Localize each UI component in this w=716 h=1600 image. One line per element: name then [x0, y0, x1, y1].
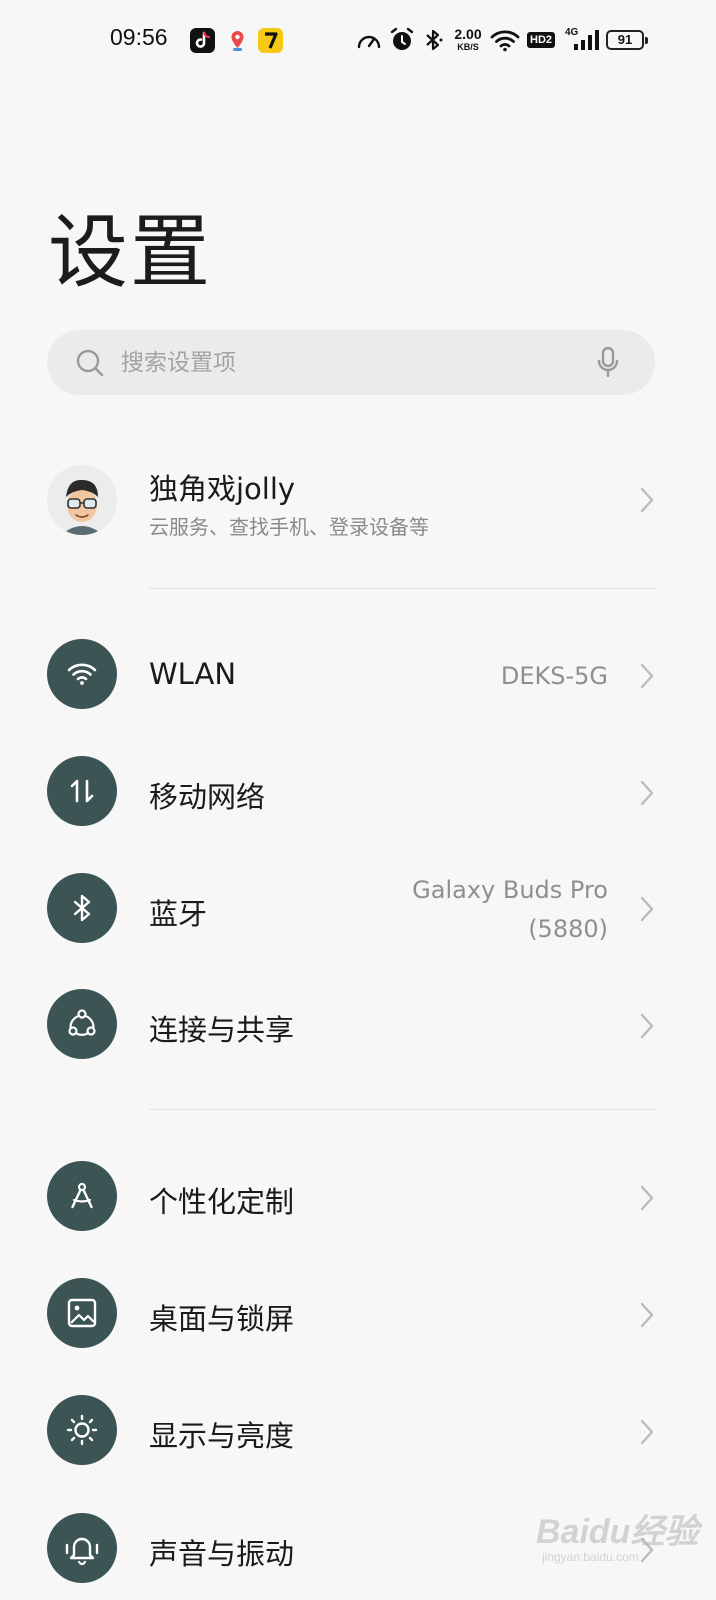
settings-item-value: Galaxy Buds Pro	[412, 876, 608, 904]
alarm-icon	[389, 26, 415, 58]
app-7-icon	[258, 28, 283, 53]
chevron-right-icon	[639, 779, 655, 811]
search-bar[interactable]	[47, 330, 655, 395]
battery-icon: 91	[606, 30, 648, 50]
settings-item-wlan[interactable]: WLAN DEKS-5G	[0, 626, 716, 726]
settings-item-value: DEKS-5G	[500, 662, 608, 690]
settings-item-label: 移动网络	[149, 780, 266, 814]
signal-icon	[573, 30, 599, 56]
maps-icon	[225, 28, 250, 53]
connection-share-icon	[47, 989, 117, 1059]
wifi-icon	[47, 639, 117, 709]
chevron-right-icon	[639, 662, 655, 694]
network-speed: 2.00 KB/S	[452, 27, 484, 52]
section-divider	[149, 588, 655, 589]
chevron-right-icon	[639, 486, 655, 518]
personalization-icon	[47, 1161, 117, 1231]
watermark-main: Baidu经验	[536, 1513, 699, 1551]
settings-item-mobile-network[interactable]: 移动网络	[0, 743, 716, 843]
sound-vibration-icon	[47, 1513, 117, 1583]
brightness-icon	[47, 1395, 117, 1465]
settings-item-personalization[interactable]: 个性化定制	[0, 1148, 716, 1248]
status-time: 09:56	[110, 24, 168, 50]
settings-item-bluetooth[interactable]: 蓝牙 Galaxy Buds Pro (5880)	[0, 858, 716, 958]
microphone-icon[interactable]	[597, 346, 619, 384]
settings-item-label: 显示与亮度	[149, 1419, 295, 1453]
wallpaper-icon	[47, 1278, 117, 1348]
network-speed-unit: KB/S	[457, 42, 479, 52]
avatar	[47, 465, 117, 535]
settings-item-label: 蓝牙	[149, 897, 208, 931]
bluetooth-icon	[47, 873, 117, 943]
speedometer-icon	[356, 28, 382, 56]
settings-item-label: 桌面与锁屏	[149, 1302, 295, 1336]
settings-item-display-brightness[interactable]: 显示与亮度	[0, 1382, 716, 1482]
search-input[interactable]	[121, 330, 561, 395]
chevron-right-icon	[639, 1012, 655, 1044]
settings-item-desktop-lockscreen[interactable]: 桌面与锁屏	[0, 1265, 716, 1365]
bluetooth-icon	[422, 28, 444, 56]
chevron-right-icon	[639, 1301, 655, 1333]
settings-item-label: 连接与共享	[149, 1013, 295, 1047]
account-subtitle: 云服务、查找手机、登录设备等	[149, 515, 429, 539]
account-name: 独角戏jolly	[149, 472, 296, 506]
account-row[interactable]: 独角戏jolly 云服务、查找手机、登录设备等	[0, 452, 716, 548]
watermark: Baidu经验 jingyan.baidu.com	[536, 1490, 706, 1590]
settings-item-value: (5880)	[528, 915, 608, 943]
page-title: 设置	[48, 206, 212, 299]
hd-badge: HD2	[527, 32, 556, 48]
status-bar: 09:56 2.00 KB/S HD2 4G 91	[0, 0, 716, 84]
watermark-sub: jingyan.baidu.com	[542, 1550, 639, 1564]
chevron-right-icon	[639, 1418, 655, 1450]
mobile-data-icon	[47, 756, 117, 826]
search-icon	[75, 348, 105, 382]
settings-item-connection-sharing[interactable]: 连接与共享	[0, 976, 716, 1076]
settings-item-label: WLAN	[149, 657, 237, 691]
settings-item-label: 声音与振动	[149, 1537, 295, 1571]
chevron-right-icon	[639, 1184, 655, 1216]
wifi-icon	[490, 28, 520, 56]
chevron-right-icon	[639, 895, 655, 927]
tiktok-icon	[190, 28, 215, 53]
settings-item-label: 个性化定制	[149, 1185, 295, 1219]
section-divider	[149, 1109, 655, 1110]
network-speed-value: 2.00	[454, 26, 482, 42]
